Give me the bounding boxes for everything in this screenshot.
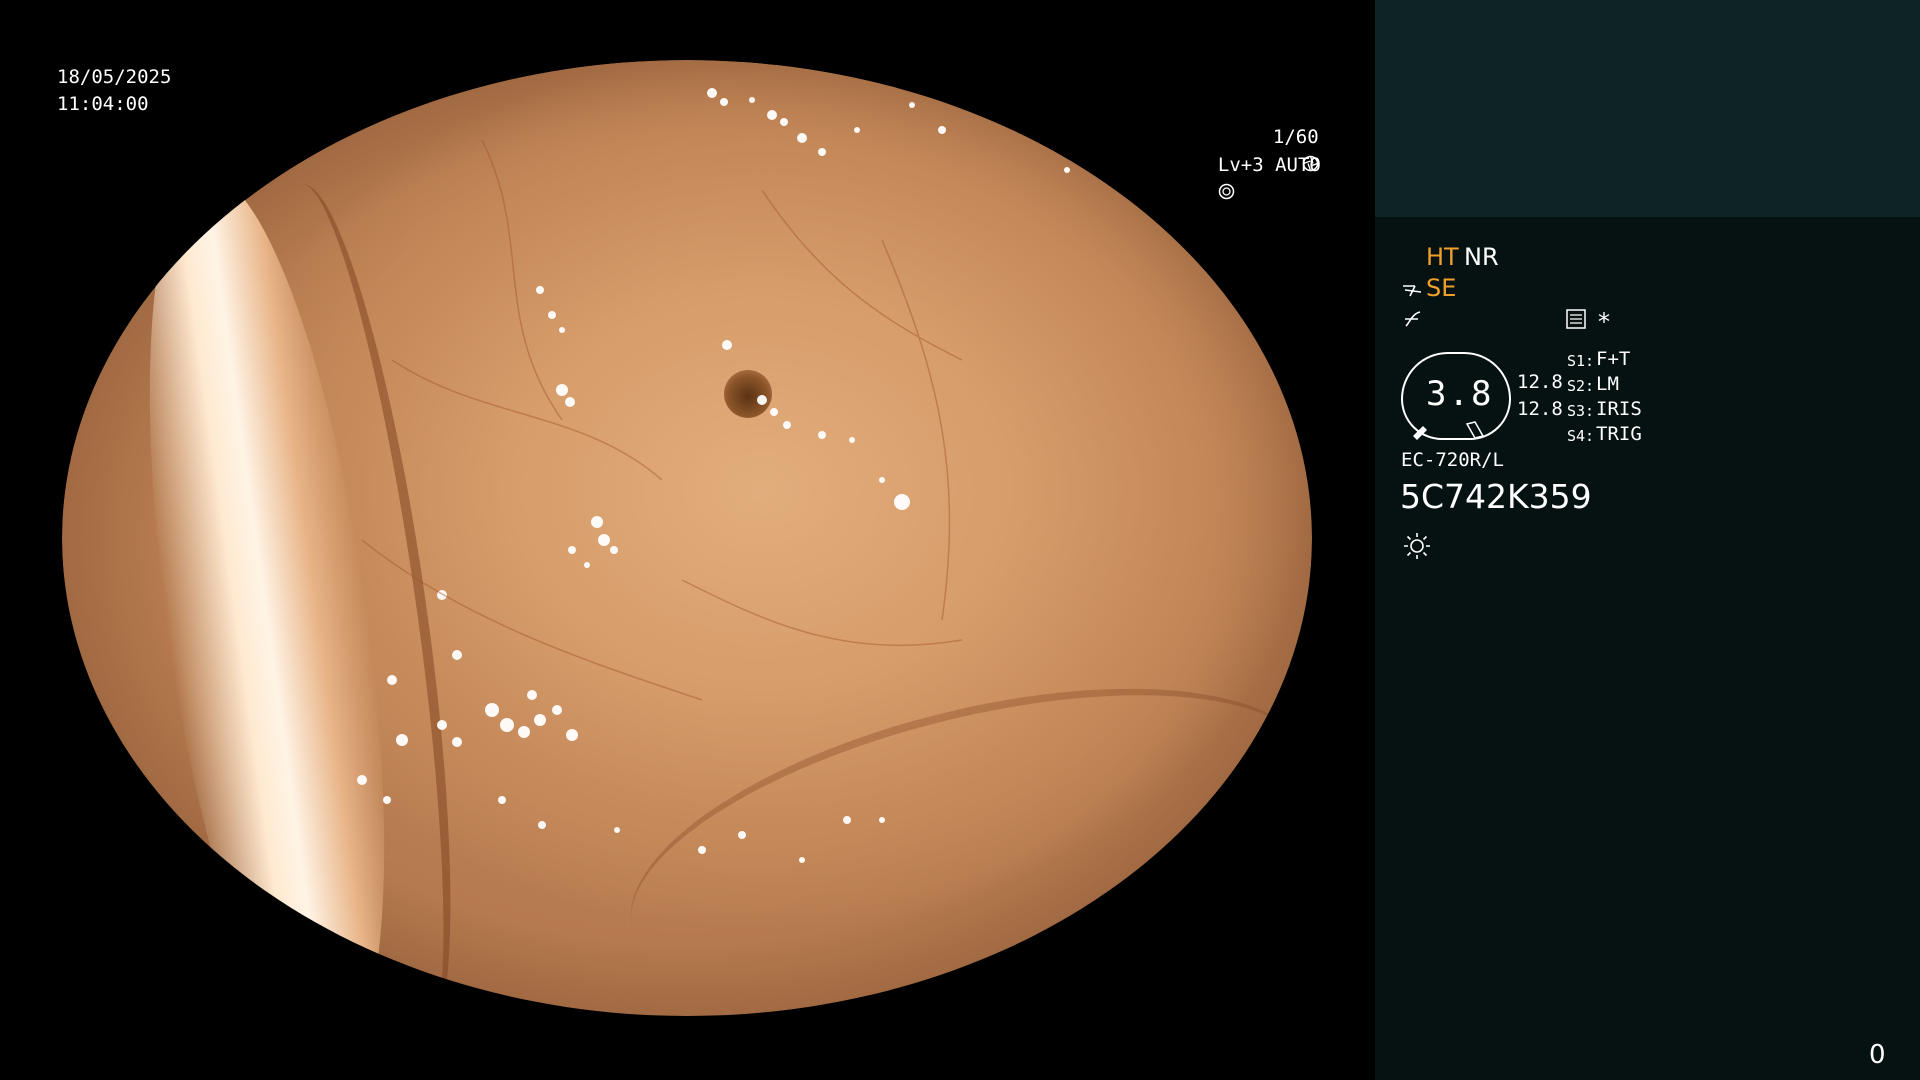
time-text: 11:04:00 xyxy=(57,93,149,115)
frame-counter: 0 xyxy=(1869,1040,1886,1070)
s2-value: LM xyxy=(1596,373,1619,395)
gauge-marker-icon xyxy=(1413,421,1485,440)
specular-highlights xyxy=(357,88,1070,863)
iris-row: Lv+3 AUTO xyxy=(1195,125,1321,206)
status-panel xyxy=(1375,217,1920,1080)
s4-value: TRIG xyxy=(1596,423,1642,445)
light-icon xyxy=(1404,533,1430,559)
iris-icon xyxy=(1218,183,1235,200)
s4-key: S4: xyxy=(1567,427,1595,445)
memo-icon xyxy=(1566,309,1586,329)
endoscopic-image xyxy=(62,60,1345,1080)
se-hand-icon xyxy=(1403,285,1422,297)
panel-header xyxy=(1375,0,1920,217)
s3-value: IRIS xyxy=(1596,398,1642,420)
iris-text: Lv+3 AUTO xyxy=(1217,154,1321,176)
s3-key: S3: xyxy=(1567,402,1595,420)
gauge-val-2: 12.8 xyxy=(1517,398,1563,420)
enhance-icon xyxy=(1405,311,1421,327)
scope-serial: 5C742K359 xyxy=(1400,477,1592,516)
s1-key: S1: xyxy=(1567,352,1595,370)
scope-model: EC-720R/L xyxy=(1401,449,1504,471)
star-label: * xyxy=(1598,308,1610,336)
ht-label: HT xyxy=(1426,243,1459,271)
date-text: 18/05/2025 xyxy=(57,66,172,88)
gauge-value: 3.8 xyxy=(1426,374,1494,414)
s1-value: F+T xyxy=(1596,348,1631,370)
nr-label: NR xyxy=(1464,243,1499,271)
datetime: 18/05/2025 11:04:00 xyxy=(57,64,171,118)
gauge-val-1: 12.8 xyxy=(1517,371,1563,393)
s2-key: S2: xyxy=(1567,377,1595,395)
endoscope-view xyxy=(0,0,1375,1080)
se-label: SE xyxy=(1426,274,1457,302)
